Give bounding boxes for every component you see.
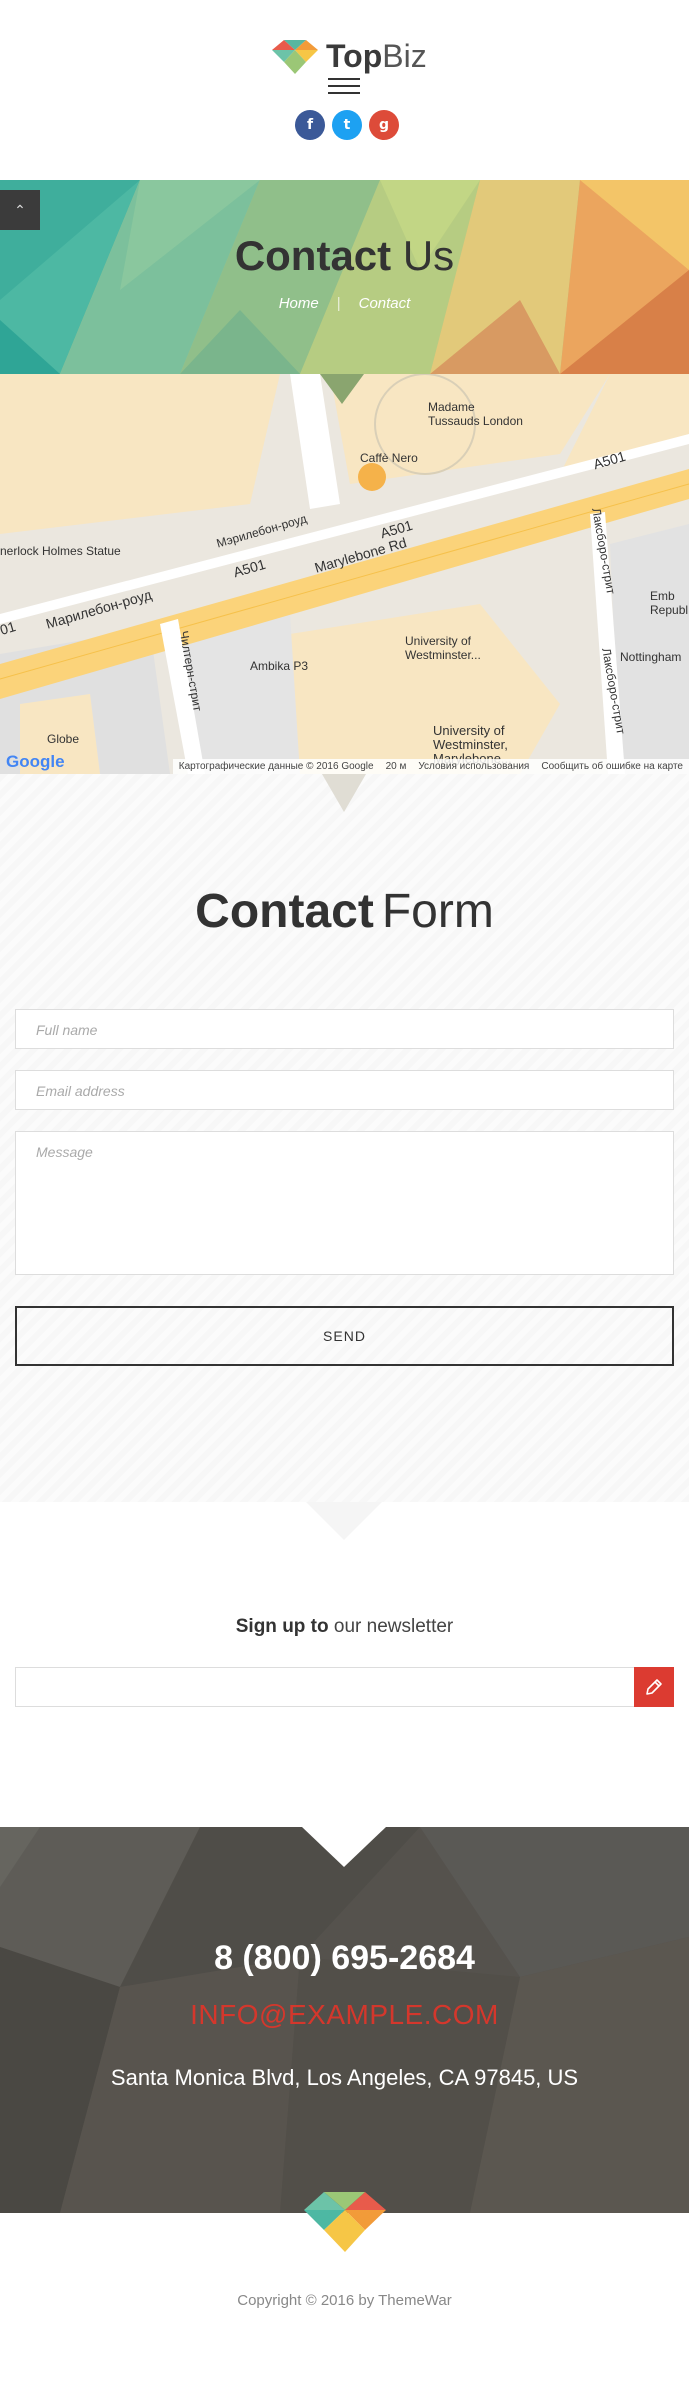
page-title: Contact Us (0, 232, 689, 280)
form-notch (306, 1502, 382, 1540)
breadcrumb-current[interactable]: Contact (359, 295, 411, 312)
page-title-light: Us (402, 232, 455, 279)
site-header: TopBiz f t g (0, 0, 689, 180)
map-report-link[interactable]: Сообщить об ошибке на карте (541, 761, 683, 772)
form-title-light: Form (381, 885, 494, 938)
send-button[interactable]: SEND (15, 1306, 674, 1366)
breadcrumb-home[interactable]: Home (279, 295, 319, 312)
map-label-holmes: nerlock Holmes Statue (0, 544, 121, 558)
contact-info-section: 8 (800) 695-2684 INFO@EXAMPLE.COM Santa … (0, 1827, 689, 2213)
facebook-icon[interactable]: f (295, 110, 325, 140)
logo-text: TopBiz (326, 38, 427, 75)
map[interactable]: Madame Tussauds London Caffè Nero Мэриле… (0, 374, 689, 774)
map-label-ambika: Ambika P3 (250, 659, 309, 673)
breadcrumb: Home | Contact (0, 295, 689, 312)
message-textarea[interactable]: Message (15, 1131, 674, 1275)
hero-notch (320, 374, 364, 404)
page-hero: ⌃ Contact Us Home | Contact (0, 180, 689, 374)
newsletter-email-input[interactable] (15, 1667, 635, 1707)
hamburger-icon[interactable] (328, 78, 360, 94)
logo-icon (272, 39, 318, 74)
newsletter-title-light: our newsletter (333, 1616, 454, 1637)
contact-form-section: Contact Form Full name Email address Mess… (0, 774, 689, 1502)
newsletter-title: Sign up to our newsletter (0, 1616, 689, 1638)
newsletter-title-bold: Sign up to (235, 1616, 329, 1637)
google-logo: Google (6, 752, 65, 771)
google-plus-icon[interactable]: g (369, 110, 399, 140)
map-label-caffe: Caffè Nero (360, 451, 418, 465)
site-logo[interactable]: TopBiz (272, 38, 427, 75)
map-notch (322, 774, 366, 812)
map-label-nottingham: Nottingham (620, 650, 682, 664)
map-label-uow1: University of Westminster... (405, 634, 481, 662)
pencil-icon (646, 1679, 662, 1695)
logo-text-bold: Top (326, 38, 383, 74)
contact-email-link[interactable]: INFO@EXAMPLE.COM (0, 1999, 689, 2031)
social-links: f t g (295, 110, 399, 140)
twitter-icon[interactable]: t (332, 110, 362, 140)
contact-address: Santa Monica Blvd, Los Angeles, CA 97845… (110, 2065, 579, 2090)
copyright: Copyright © 2016 by ThemeWar (237, 2292, 452, 2309)
map-label-embassy: Emb Republ (650, 589, 689, 617)
form-title: Contact Form (0, 884, 689, 939)
map-label-tussauds: Madame Tussauds London (428, 400, 523, 428)
full-name-input[interactable]: Full name (15, 1009, 674, 1049)
newsletter-submit-button[interactable] (634, 1667, 674, 1707)
back-to-top-button[interactable]: ⌃ (0, 190, 40, 230)
breadcrumb-separator: | (336, 295, 341, 312)
email-input[interactable]: Email address (15, 1070, 674, 1110)
map-attribution-text: Картографические данные © 2016 Google (178, 761, 374, 772)
info-notch (302, 1827, 386, 1867)
footer-logo-graphic (304, 2192, 386, 2252)
map-scale: 20 м (385, 761, 407, 772)
map-label-globe: Globe (47, 732, 80, 746)
logo-text-light: Biz (382, 38, 427, 74)
map-attribution: Картографические данные © 2016 Google 20… (172, 759, 689, 774)
map-terms-link[interactable]: Условия использования (418, 761, 529, 772)
map-canvas (0, 374, 689, 774)
page-title-bold: Contact (234, 232, 392, 279)
contact-phone[interactable]: 8 (800) 695-2684 (0, 1939, 689, 1978)
footer-logo-icon[interactable] (304, 2192, 386, 2257)
form-title-bold: Contact (195, 885, 374, 938)
